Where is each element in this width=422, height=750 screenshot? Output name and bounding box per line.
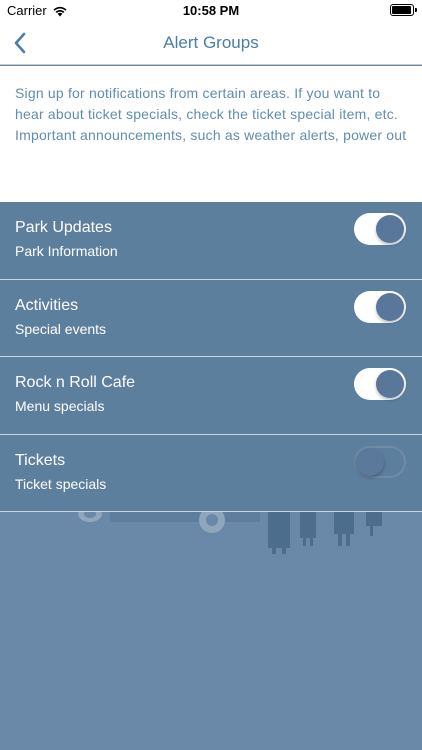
group-title: Tickets — [15, 451, 66, 469]
toggle-knob — [356, 447, 384, 476]
alert-groups-list: Park Updates Park Information Activities… — [0, 202, 422, 512]
group-subtitle: Ticket specials — [15, 475, 107, 492]
list-item-tickets: Tickets Ticket specials — [0, 434, 422, 512]
group-subtitle: Park Information — [15, 243, 118, 259]
status-bar: Carrier 10:58 PM — [0, 0, 422, 22]
intro-text: Sign up for notifications from certain a… — [15, 85, 398, 122]
page-title: Alert Groups — [163, 33, 259, 52]
battery-icon — [390, 4, 417, 16]
intro-description: Sign up for notifications from certain a… — [0, 66, 422, 202]
navigation-bar: Alert Groups — [0, 22, 422, 65]
list-item-park-updates: Park Updates Park Information — [0, 202, 422, 280]
tickets-toggle[interactable] — [354, 445, 406, 478]
group-subtitle: Special events — [15, 320, 107, 337]
toggle-knob — [376, 215, 404, 243]
rock-n-roll-cafe-toggle[interactable] — [354, 368, 406, 400]
group-subtitle: Menu specials — [15, 398, 105, 414]
intro-announcement-text: Important announcements, such as weather… — [15, 127, 407, 143]
toggle-knob — [376, 292, 404, 321]
group-title: Park Updates — [15, 219, 112, 236]
status-time: 10:58 PM — [182, 3, 240, 18]
list-item-activities: Activities Special events — [0, 279, 422, 357]
activities-toggle[interactable] — [354, 290, 406, 323]
park-updates-toggle[interactable] — [354, 213, 406, 245]
list-item-rock-n-roll-cafe: Rock n Roll Cafe Menu specials — [0, 357, 422, 435]
toggle-knob — [376, 370, 404, 398]
group-title: Rock n Roll Cafe — [15, 374, 136, 391]
group-title: Activities — [15, 296, 79, 314]
